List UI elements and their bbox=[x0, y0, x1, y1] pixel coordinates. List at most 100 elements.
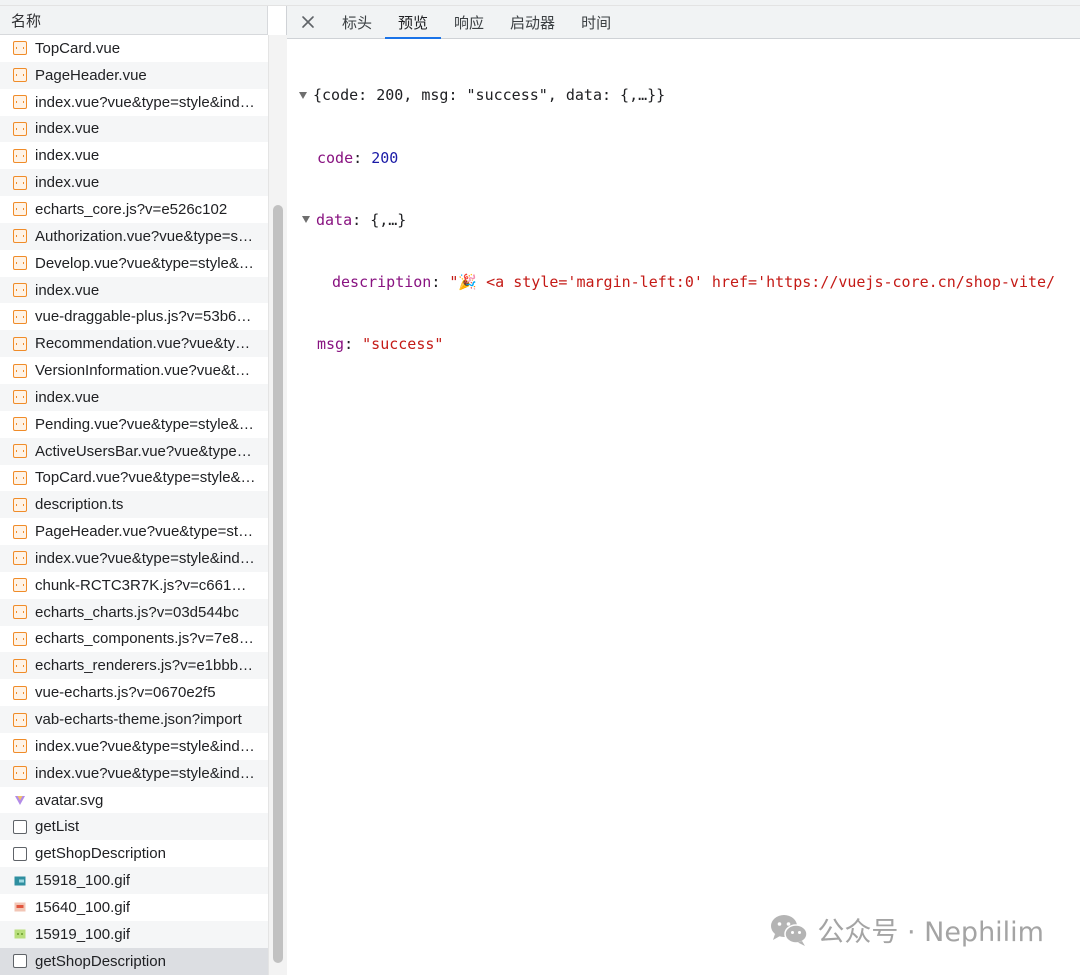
script-file-icon bbox=[13, 363, 27, 378]
column-divider[interactable] bbox=[267, 6, 268, 35]
request-name: PageHeader.vue bbox=[35, 66, 147, 84]
request-row[interactable]: avatar.svg bbox=[0, 786, 268, 814]
request-row[interactable]: echarts_charts.js?v=03d544bc bbox=[0, 598, 268, 626]
request-name: vue-echarts.js?v=0670e2f5 bbox=[35, 684, 216, 702]
request-name: VersionInformation.vue?vue&t… bbox=[35, 362, 251, 380]
request-name: index.vue bbox=[35, 174, 100, 192]
request-row[interactable]: index.vue?vue&type=style&ind… bbox=[0, 759, 268, 787]
request-row[interactable]: index.vue bbox=[0, 142, 268, 170]
request-name: Authorization.vue?vue&type=s… bbox=[35, 227, 254, 245]
tab-headers[interactable]: 标头 bbox=[329, 6, 385, 38]
request-row[interactable]: index.vue?vue&type=style&ind… bbox=[0, 88, 268, 116]
script-file-icon bbox=[13, 417, 27, 432]
script-file-icon bbox=[13, 658, 27, 673]
request-row[interactable]: chunk-RCTC3R7K.js?v=c661… bbox=[0, 571, 268, 599]
script-file-icon bbox=[13, 95, 27, 110]
json-value-msg: "success" bbox=[362, 334, 444, 353]
network-request-panel: 名称 TopCard.vue PageHeader.vue index.vue?vu… bbox=[0, 0, 287, 975]
name-column-label: 名称 bbox=[11, 11, 42, 30]
request-name: index.vue bbox=[35, 120, 100, 138]
document-file-icon bbox=[13, 819, 27, 834]
script-file-icon bbox=[13, 444, 27, 459]
request-row[interactable]: 15918_100.gif bbox=[0, 867, 268, 894]
request-row[interactable]: TopCard.vue?vue&type=style&… bbox=[0, 464, 268, 492]
close-icon[interactable] bbox=[287, 6, 329, 38]
tab-timing[interactable]: 时间 bbox=[568, 6, 624, 38]
script-file-icon bbox=[13, 685, 27, 700]
request-row[interactable]: getShopDescription bbox=[0, 840, 268, 868]
request-row[interactable]: Develop.vue?vue&type=style&… bbox=[0, 249, 268, 277]
request-name: 15640_100.gif bbox=[35, 898, 131, 916]
script-file-icon bbox=[13, 309, 27, 324]
request-row[interactable]: index.vue bbox=[0, 115, 268, 143]
tab-preview[interactable]: 预览 bbox=[385, 6, 442, 39]
request-row[interactable]: getShopDescription bbox=[0, 947, 268, 975]
request-name: index.vue bbox=[35, 281, 100, 299]
scrollbar-thumb[interactable] bbox=[273, 205, 283, 963]
json-data-line[interactable]: data: {,…} bbox=[299, 210, 1055, 231]
watermark-text: 公众号 · Nephilim bbox=[817, 917, 1044, 948]
request-name: 15919_100.gif bbox=[35, 925, 131, 943]
request-row[interactable]: vue-echarts.js?v=0670e2f5 bbox=[0, 679, 268, 707]
request-row[interactable]: vue-draggable-plus.js?v=53b6… bbox=[0, 303, 268, 331]
request-row[interactable]: Pending.vue?vue&type=style&… bbox=[0, 410, 268, 438]
script-file-icon bbox=[13, 712, 27, 727]
script-file-icon bbox=[13, 390, 27, 405]
request-row[interactable]: index.vue bbox=[0, 276, 268, 304]
script-file-icon bbox=[13, 256, 27, 271]
request-name: TopCard.vue bbox=[35, 39, 121, 57]
request-name: getList bbox=[35, 818, 80, 836]
request-row[interactable]: index.vue?vue&type=style&ind… bbox=[0, 732, 268, 760]
expand-triangle-icon[interactable] bbox=[299, 92, 307, 100]
tab-initiator[interactable]: 启动器 bbox=[497, 6, 568, 38]
request-row[interactable]: index.vue bbox=[0, 383, 268, 411]
tab-response[interactable]: 响应 bbox=[441, 6, 497, 38]
expand-triangle-icon[interactable] bbox=[302, 216, 310, 224]
request-name: TopCard.vue?vue&type=style&… bbox=[35, 469, 256, 487]
request-row[interactable]: PageHeader.vue?vue&type=st… bbox=[0, 518, 268, 546]
request-row[interactable]: index.vue?vue&type=style&ind… bbox=[0, 545, 268, 572]
json-key-description: description bbox=[332, 272, 432, 291]
script-file-icon bbox=[13, 631, 27, 646]
request-name: ActiveUsersBar.vue?vue&type… bbox=[35, 442, 252, 460]
request-name: index.vue bbox=[35, 388, 100, 406]
request-row[interactable]: getList bbox=[0, 813, 268, 841]
script-file-icon bbox=[13, 68, 27, 83]
document-file-icon bbox=[13, 846, 27, 861]
request-row[interactable]: echarts_core.js?v=e526c102 bbox=[0, 196, 268, 223]
json-code-line: code: 200 bbox=[317, 148, 399, 167]
request-row[interactable]: TopCard.vue bbox=[0, 35, 268, 62]
detail-tabbar: 标头 预览 响应 启动器 时间 bbox=[287, 6, 1080, 39]
request-row[interactable]: description.ts bbox=[0, 491, 268, 519]
watermark: 公众号 · Nephilim bbox=[769, 910, 1044, 949]
request-row[interactable]: vab-echarts-theme.json?import bbox=[0, 706, 268, 733]
list-scrollbar[interactable] bbox=[268, 35, 287, 975]
request-row[interactable]: 15640_100.gif bbox=[0, 894, 268, 921]
json-key-code: code bbox=[317, 148, 354, 167]
script-file-icon bbox=[13, 578, 27, 593]
json-msg-line: msg: "success" bbox=[317, 334, 444, 353]
request-row[interactable]: 15919_100.gif bbox=[0, 920, 268, 948]
request-name: index.vue?vue&type=style&ind… bbox=[35, 737, 255, 755]
request-row[interactable]: Recommendation.vue?vue&ty… bbox=[0, 330, 268, 358]
request-row[interactable]: echarts_renderers.js?v=e1bbb… bbox=[0, 652, 268, 680]
request-name: index.vue?vue&type=style&ind… bbox=[35, 549, 255, 567]
request-name: index.vue?vue&type=style&ind… bbox=[35, 764, 255, 782]
request-name: index.vue bbox=[35, 147, 100, 165]
request-row[interactable]: VersionInformation.vue?vue&t… bbox=[0, 357, 268, 384]
request-row[interactable]: PageHeader.vue bbox=[0, 61, 268, 89]
json-value-description: "🎉 <a style='margin-left:0' href='https:… bbox=[449, 272, 1056, 291]
request-row[interactable]: index.vue bbox=[0, 169, 268, 197]
request-row[interactable]: ActiveUsersBar.vue?vue&type… bbox=[0, 437, 268, 465]
request-row[interactable]: echarts_components.js?v=7e8… bbox=[0, 625, 268, 653]
request-name: PageHeader.vue?vue&type=st… bbox=[35, 523, 254, 541]
request-name: Develop.vue?vue&type=style&… bbox=[35, 254, 254, 272]
request-name: chunk-RCTC3R7K.js?v=c661… bbox=[35, 576, 247, 594]
script-file-icon bbox=[13, 470, 27, 485]
json-description-line: description: "🎉 <a style='margin-left:0'… bbox=[332, 272, 1056, 291]
name-column-header[interactable]: 名称 bbox=[0, 6, 268, 35]
json-root-line[interactable]: {code: 200, msg: "success", data: {,…}} bbox=[299, 85, 1055, 106]
json-preview: {code: 200, msg: "success", data: {,…}} … bbox=[299, 44, 1055, 396]
script-file-icon bbox=[13, 605, 27, 620]
request-row[interactable]: Authorization.vue?vue&type=s… bbox=[0, 222, 268, 250]
